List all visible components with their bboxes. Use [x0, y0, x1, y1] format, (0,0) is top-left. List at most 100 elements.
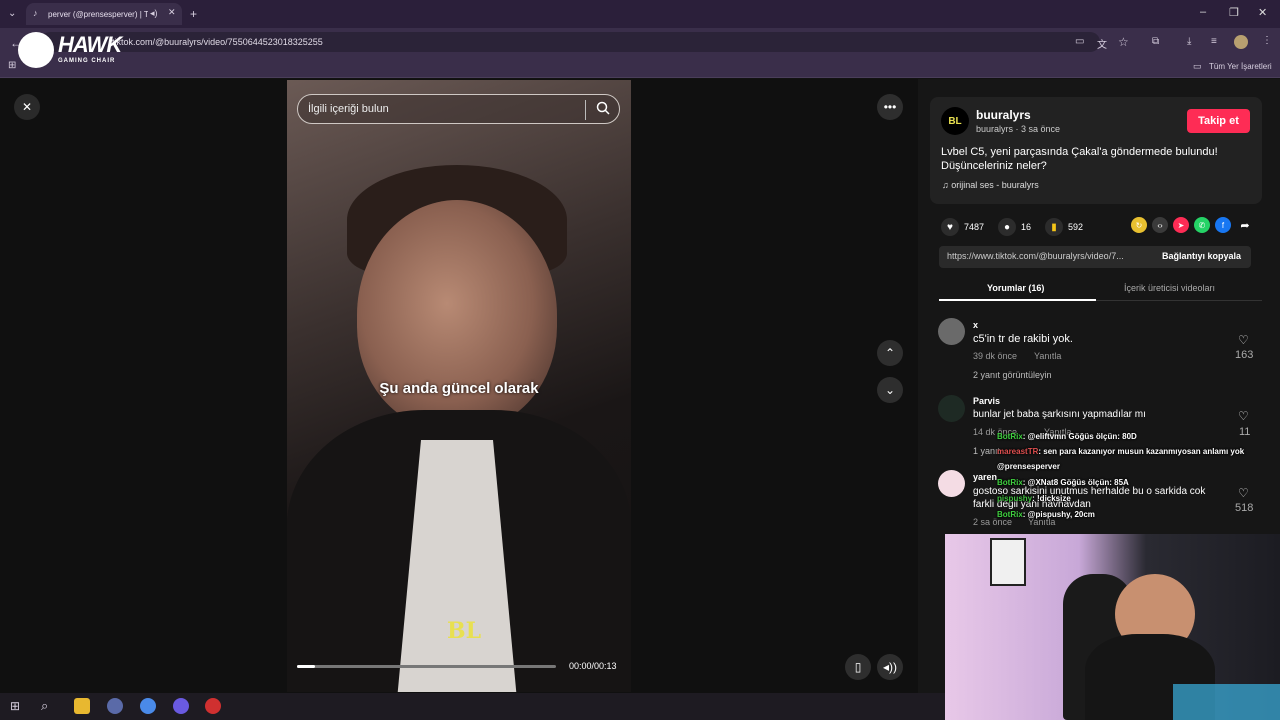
embed-icon[interactable]: ‹› — [1152, 217, 1168, 233]
search-icon[interactable] — [596, 101, 610, 115]
more-icon: ••• — [883, 100, 897, 114]
restore-icon[interactable]: ❐ — [1229, 6, 1239, 19]
minimize-icon[interactable]: – — [1200, 6, 1206, 18]
previous-video-button[interactable]: ⌃ — [877, 340, 903, 366]
comment-stat[interactable]: ● 16 — [998, 218, 1031, 236]
search-placeholder: İlgili içeriği bulun — [308, 103, 389, 115]
send-icon[interactable]: ➤ — [1173, 217, 1189, 233]
new-tab-icon[interactable]: + — [190, 7, 197, 21]
post-description: Lvbel C5, yeni parçasında Çakal'a gönder… — [941, 146, 1218, 172]
copy-link-button[interactable]: Bağlantıyı kopyala — [1162, 251, 1241, 261]
url-text[interactable]: tiktok.com/@buuralyrs/video/755064452301… — [112, 37, 323, 47]
comment-author[interactable]: Parvis — [973, 396, 1000, 406]
save-stat[interactable]: ▮ 592 — [1045, 218, 1083, 236]
video-progress-fill — [297, 665, 316, 668]
video-progress-bar[interactable] — [297, 665, 556, 668]
share-arrow-icon[interactable]: ➦ — [1237, 217, 1253, 233]
chevron-up-icon: ⌃ — [884, 346, 896, 360]
folder-icon: ▭ — [1193, 61, 1202, 71]
follow-button[interactable]: Takip et — [1187, 109, 1250, 133]
translate-icon[interactable]: 文 — [1097, 36, 1107, 51]
wall-poster — [990, 538, 1026, 586]
chat-text: @prensesperver — [997, 462, 1060, 471]
comment-text: bunlar jet baba şarkısını yapmadılar mı — [973, 409, 1146, 420]
download-icon[interactable]: ⤓ — [1187, 36, 1191, 47]
hawk-logo-subtitle: GAMING CHAIR — [58, 58, 116, 64]
cast-icon[interactable]: ▭ — [1075, 36, 1084, 47]
apps-grid-icon[interactable]: ⊞ — [8, 60, 16, 71]
tab-creator-videos[interactable]: İçerik üreticisi videoları — [1124, 283, 1215, 293]
floating-player-button[interactable]: ▯ — [845, 654, 871, 680]
chat-text: : @XNat8 Göğüs ölçün: 85A — [1022, 478, 1129, 487]
bookmark-star-icon[interactable]: ☆ — [1118, 35, 1129, 49]
more-options-button[interactable]: ••• — [877, 94, 903, 120]
creator-avatar[interactable]: BL — [941, 107, 969, 135]
facebook-icon[interactable]: f — [1215, 217, 1231, 233]
view-replies-button[interactable]: 2 yanıt görüntüleyin — [973, 370, 1052, 380]
comment-count: 16 — [1021, 222, 1032, 232]
app-icon[interactable] — [107, 698, 123, 714]
window-close-icon[interactable]: ✕ — [1258, 6, 1267, 19]
taskbar-search-icon[interactable]: ⌕ — [41, 698, 48, 714]
video-time: 00:00/00:13 — [569, 661, 617, 671]
comment-time: 39 dk önce — [973, 351, 1018, 361]
post-link[interactable]: https://www.tiktok.com/@buuralyrs/video/… — [947, 251, 1143, 261]
chat-text: : @eliftvmn Göğüs ölçün: 80D — [1022, 432, 1137, 441]
comment-avatar[interactable] — [938, 395, 965, 422]
obs-icon[interactable] — [205, 698, 221, 714]
close-icon: ✕ — [21, 100, 33, 114]
creator-username[interactable]: buuralyrs — [976, 108, 1031, 122]
chat-text: : !dicksize — [1032, 494, 1071, 503]
volume-button[interactable]: ◂)) — [877, 654, 903, 680]
next-video-button[interactable]: ⌄ — [877, 377, 903, 403]
save-count: 592 — [1068, 222, 1084, 232]
windows-start-icon[interactable]: ⊞ — [10, 699, 20, 713]
file-explorer-icon[interactable] — [74, 698, 90, 714]
tab-close-icon[interactable]: ✕ — [168, 7, 176, 18]
comment-avatar[interactable] — [938, 318, 965, 345]
close-video-button[interactable]: ✕ — [14, 94, 40, 120]
copy-link-box: https://www.tiktok.com/@buuralyrs/video/… — [939, 246, 1251, 268]
webcam-overlay — [945, 534, 1280, 720]
speaker-icon[interactable]: ◂) — [150, 8, 158, 19]
comment-like-count: 518 — [1235, 502, 1254, 514]
comment-author[interactable]: x — [973, 320, 978, 330]
creator-meta: buuralyrs · 3 sa önce — [976, 124, 1061, 134]
discord-icon[interactable] — [173, 698, 189, 714]
chat-message: mareastTR: sen para kazanıyor musun kaza… — [997, 447, 1244, 456]
comment-reply-button[interactable]: Yanıtla — [1034, 351, 1061, 361]
related-search-input[interactable]: İlgili içeriği bulun — [297, 94, 620, 124]
all-bookmarks-label[interactable]: Tüm Yer İşaretleri — [1209, 62, 1272, 71]
menu-kebab-icon[interactable]: ⋮ — [1262, 35, 1272, 46]
browser-tab[interactable]: ♪ perver (@prensesperver) | T ◂) ✕ — [26, 3, 182, 25]
comment-like-icon[interactable]: ♡ — [1238, 486, 1249, 500]
tab-comments[interactable]: Yorumlar (16) — [987, 283, 1044, 293]
video-frame[interactable]: Şu anda güncel olarak BL — [287, 80, 631, 692]
tab-title: perver (@prensesperver) | T — [48, 9, 148, 19]
chat-user: BotRix — [997, 478, 1023, 487]
chat-message: pispushy: !dicksize — [997, 494, 1071, 503]
chat-user: BotRix — [997, 432, 1023, 441]
comment-avatar[interactable] — [938, 470, 965, 497]
tab-search-icon[interactable]: ⌄ — [8, 8, 16, 19]
tab-active-indicator — [939, 299, 1096, 301]
profile-avatar-icon[interactable] — [1234, 35, 1248, 49]
extensions-icon[interactable]: ⧉ — [1152, 36, 1159, 47]
like-stat[interactable]: ♥ 7487 — [941, 218, 984, 236]
comment-icon: ● — [998, 218, 1016, 236]
whatsapp-icon[interactable]: ✆ — [1194, 217, 1210, 233]
chat-message: BotRix: @eliftvmn Göğüs ölçün: 80D — [997, 432, 1137, 441]
browser-titlebar: ⌄ ♪ perver (@prensesperver) | T ◂) ✕ + –… — [0, 0, 1280, 28]
chrome-icon[interactable] — [140, 698, 156, 714]
comment-like-icon[interactable]: ♡ — [1238, 409, 1249, 423]
chat-user: pispushy — [997, 494, 1033, 503]
repost-icon[interactable]: ↻ — [1131, 217, 1147, 233]
hawk-logo-title: HAWK — [58, 32, 122, 57]
media-icon[interactable]: ≡ — [1211, 36, 1217, 47]
comment-author[interactable]: yaren — [973, 472, 997, 482]
post-music[interactable]: ♫ orijinal ses - buuralyrs — [942, 180, 1039, 190]
video-watermark: BL — [447, 618, 482, 644]
video-subtitle: Şu anda güncel olarak — [379, 380, 539, 397]
view-replies-button[interactable]: 1 yanıt — [973, 446, 1000, 456]
comment-like-icon[interactable]: ♡ — [1238, 333, 1249, 347]
